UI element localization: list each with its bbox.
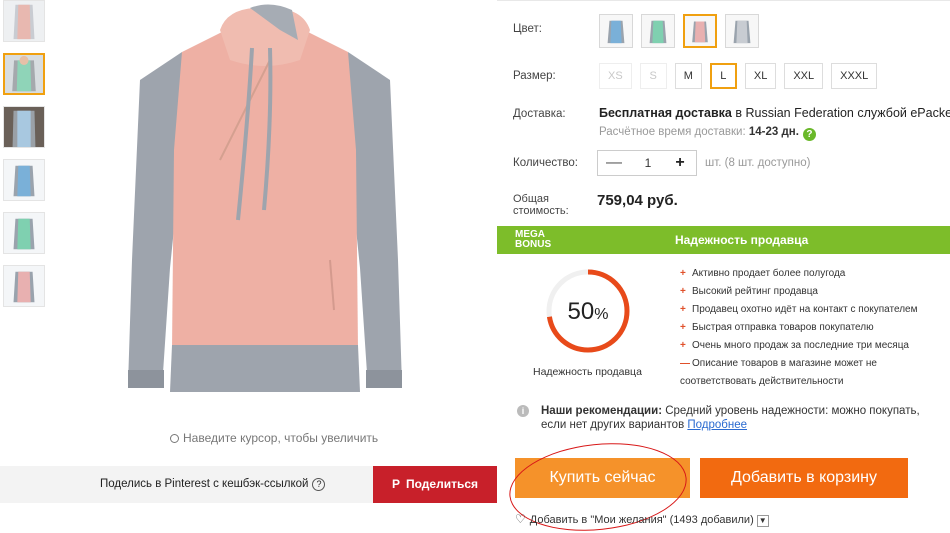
reliability-gauge-label: Надежность продавца <box>533 366 642 378</box>
thumbnail-2[interactable] <box>3 53 45 95</box>
add-to-cart-button[interactable]: Добавить в корзину <box>700 458 908 498</box>
plus-icon: + <box>680 268 686 279</box>
pinterest-share-button-label: Поделиться <box>405 477 479 491</box>
total-price-label-line1: Общая <box>513 193 549 205</box>
quantity-label: Количество: <box>513 157 578 169</box>
mega-bonus-logo-line2: BONUS <box>515 239 552 250</box>
color-swatch-pink[interactable] <box>683 14 717 48</box>
minus-icon: — <box>680 358 690 369</box>
color-swatch-mint[interactable] <box>641 14 675 48</box>
plus-icon: + <box>680 322 686 333</box>
product-info-panel: Цвет: Размер: XS S M L XL XXL XXXL Доста… <box>497 0 950 533</box>
more-details-link[interactable]: Подробнее <box>687 419 747 431</box>
quantity-increase-button[interactable]: + <box>666 151 694 175</box>
add-to-wishlist[interactable]: ♡ Добавить в "Мои желания" (1493 добавили… <box>515 512 769 527</box>
size-l[interactable]: L <box>709 63 737 89</box>
reason-text: Активно продает более полугода <box>692 268 846 279</box>
color-label: Цвет: <box>513 23 542 35</box>
size-label: Размер: <box>513 70 556 82</box>
size-xs: XS <box>599 63 632 89</box>
list-item: + Высокий рейтинг продавца <box>680 283 918 301</box>
zoom-hint-text: Наведите курсор, чтобы увеличить <box>183 431 379 445</box>
buy-now-button[interactable]: Купить сейчас <box>515 458 690 498</box>
reliability-percent-number: 50 <box>567 298 595 325</box>
pinterest-icon: P <box>391 477 400 491</box>
recommendation-title: Наши рекомендации: <box>541 405 663 417</box>
size-xl[interactable]: XL <box>744 63 777 89</box>
seller-reliability-title: Надежность продавца <box>675 233 809 247</box>
reason-text: Описание товаров в магазине может не <box>692 358 877 369</box>
pinterest-share-bar: Поделись в Pinterest с кешбэк-ссылкой? P… <box>0 466 497 503</box>
list-item: + Активно продает более полугода <box>680 265 918 283</box>
delivery-time-label: Расчётное время доставки: <box>599 126 749 138</box>
thumbnail-4[interactable] <box>3 159 45 201</box>
list-item: + Продавец охотно идёт на контакт с покуп… <box>680 301 918 319</box>
reason-text: соответствовать действительности <box>680 376 844 387</box>
size-xxl[interactable]: XXL <box>784 63 824 89</box>
product-main-image[interactable] <box>120 0 410 410</box>
list-item: + Быстрая отправка товаров покупателю <box>680 319 918 337</box>
reason-text: Высокий рейтинг продавца <box>692 286 818 297</box>
size-xxxl[interactable]: XXXL <box>831 63 878 89</box>
shipping-info: Бесплатная доставка в Russian Federation… <box>599 106 950 120</box>
quantity-stepper: — 1 + <box>597 150 697 176</box>
thumbnail-6[interactable] <box>3 265 45 307</box>
reliability-percent: 50% <box>543 298 633 326</box>
reason-text: Продавец охотно идёт на контакт с покупа… <box>692 304 918 315</box>
recommendation: i Наши рекомендации: Средний уровень над… <box>517 404 947 432</box>
list-item: + Очень много продаж за последние три мес… <box>680 337 918 355</box>
color-swatch-blue[interactable] <box>599 14 633 48</box>
thumbnail-1[interactable] <box>3 0 45 42</box>
help-icon[interactable]: ? <box>802 128 816 141</box>
quantity-input[interactable]: 1 <box>628 151 668 175</box>
zoom-hint: Наведите курсор, чтобы увеличить <box>170 431 378 445</box>
total-price-label-line2: стоимость: <box>513 205 569 217</box>
product-page: Наведите курсор, чтобы увеличить Поделис… <box>0 0 950 533</box>
thumbnail-list <box>3 0 49 318</box>
shipping-destination: в Russian Federation службой ePacket <box>731 106 950 120</box>
total-price: 759,04 руб. <box>597 192 678 209</box>
shipping-label: Доставка: <box>513 108 566 120</box>
magnifier-icon <box>170 434 179 443</box>
pinterest-share-label: Поделись в Pinterest с кешбэк-ссылкой <box>100 478 309 490</box>
thumbnail-5[interactable] <box>3 212 45 254</box>
add-to-wishlist-label: Добавить в "Мои желания" (1493 добавили) <box>529 514 754 526</box>
color-options <box>599 14 759 48</box>
free-shipping-text: Бесплатная доставка <box>599 106 732 120</box>
total-price-label: Общая стоимость: <box>513 193 569 217</box>
plus-icon: + <box>680 286 686 297</box>
seller-reliability-header: MEGA BONUS Надежность продавца <box>497 226 950 254</box>
heart-plus-icon: ♡ <box>515 512 526 526</box>
color-swatch-gray[interactable] <box>725 14 759 48</box>
pinterest-share-button[interactable]: P Поделиться <box>373 466 497 503</box>
delivery-time: Расчётное время доставки: 14-23 дн.? <box>599 126 816 141</box>
quantity-available: шт. (8 шт. доступно) <box>705 157 811 169</box>
help-icon[interactable]: ? <box>312 478 326 491</box>
reliability-percent-sign: % <box>594 306 609 323</box>
reason-text: Быстрая отправка товаров покупателю <box>692 322 874 333</box>
plus-icon: + <box>680 340 686 351</box>
size-options: XS S M L XL XXL XXXL <box>599 63 878 89</box>
reason-text: Очень много продаж за последние три меся… <box>692 340 909 351</box>
plus-icon: + <box>680 304 686 315</box>
reliability-reasons: + Активно продает более полугода + Высокий… <box>680 265 918 391</box>
size-s: S <box>639 63 667 89</box>
list-item: соответствовать действительности <box>680 373 918 391</box>
pinterest-share-text: Поделись в Pinterest с кешбэк-ссылкой? <box>100 478 326 491</box>
chevron-down-icon[interactable]: ▼ <box>756 515 769 527</box>
mega-bonus-logo: MEGA BONUS <box>515 230 551 250</box>
size-m[interactable]: M <box>674 63 702 89</box>
delivery-time-value: 14-23 дн. <box>748 126 799 138</box>
quantity-decrease-button[interactable]: — <box>600 151 628 175</box>
list-item: — Описание товаров в магазине может не <box>680 355 918 373</box>
info-icon: i <box>517 405 529 417</box>
thumbnail-3[interactable] <box>3 106 45 148</box>
